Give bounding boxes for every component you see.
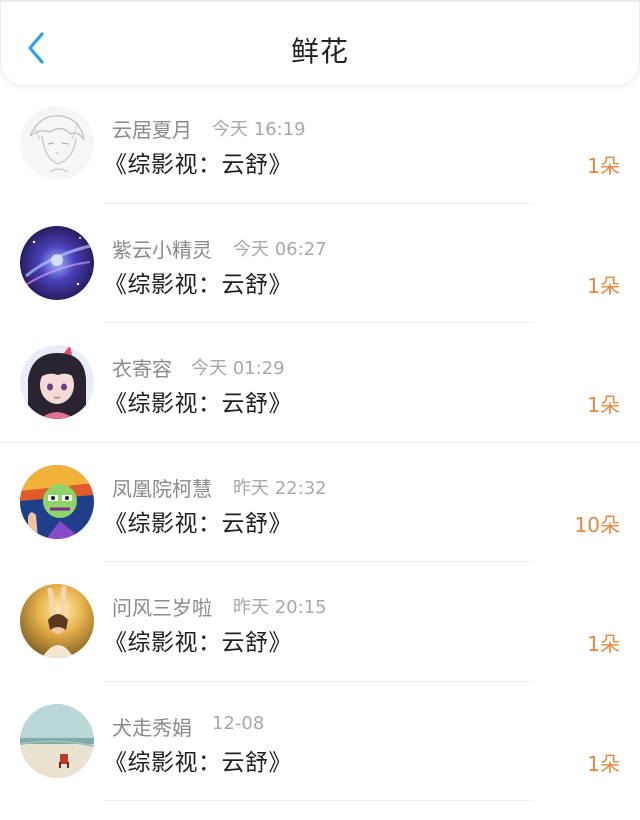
timestamp: 12-08: [212, 712, 265, 734]
page-title: 鲜花: [290, 35, 349, 68]
flower-list: 云居夏月 今天 16:19 《综影视：云舒》 1朵 紫云小精灵 今天 06:27…: [0, 84, 640, 801]
list-item[interactable]: 凤凰院柯慧 昨天 22:32 《综影视：云舒》 10朵: [0, 443, 640, 562]
list-item[interactable]: 问风三岁啦 昨天 20:15 《综影视：云舒》 1朵: [0, 562, 640, 682]
avatar[interactable]: [20, 225, 94, 300]
book-title: 《综影视：云舒》: [104, 510, 292, 537]
list-item[interactable]: 紫云小精灵 今天 06:27 《综影视：云舒》 1朵: [0, 204, 640, 323]
user-name: 云居夏月: [112, 118, 192, 142]
book-title: 《综影视：云舒》: [104, 749, 292, 776]
user-name: 衣寄容: [112, 357, 172, 381]
nav-header: 鲜花: [0, 2, 640, 84]
flower-count: 1朵: [587, 154, 620, 178]
flower-count: 1朵: [587, 751, 620, 776]
book-title: 《综影视：云舒》: [104, 630, 292, 656]
book-title: 《综影视：云舒》: [104, 152, 292, 178]
book-title: 《综影视：云舒》: [104, 391, 292, 417]
user-name: 凤凰院柯慧: [112, 476, 212, 501]
timestamp: 昨天 20:15: [233, 597, 327, 618]
book-title: 《综影视：云舒》: [104, 271, 292, 298]
user-name: 犬走秀娟: [112, 715, 192, 740]
timestamp: 今天 16:19: [212, 119, 306, 140]
timestamp: 今天 06:27: [233, 238, 327, 260]
avatar[interactable]: [20, 703, 94, 778]
avatar[interactable]: [20, 106, 94, 180]
list-item[interactable]: 衣寄容 今天 01:29 《综影视：云舒》 1朵: [0, 323, 640, 443]
user-name: 紫云小精灵: [112, 237, 212, 262]
divider: [104, 800, 534, 801]
avatar[interactable]: [20, 464, 94, 539]
flower-count: 1朵: [587, 393, 620, 417]
timestamp: 今天 01:29: [191, 358, 285, 379]
list-item[interactable]: 犬走秀娟 12-08 《综影视：云舒》 1朵: [0, 682, 640, 801]
flower-count: 1朵: [587, 632, 620, 656]
avatar[interactable]: [20, 584, 94, 658]
user-name: 问风三岁啦: [112, 596, 212, 620]
flower-count: 10朵: [574, 512, 620, 537]
flower-count: 1朵: [587, 273, 620, 298]
list-item[interactable]: 云居夏月 今天 16:19 《综影视：云舒》 1朵: [0, 84, 640, 204]
avatar[interactable]: [20, 345, 94, 419]
timestamp: 昨天 22:32: [233, 477, 327, 499]
